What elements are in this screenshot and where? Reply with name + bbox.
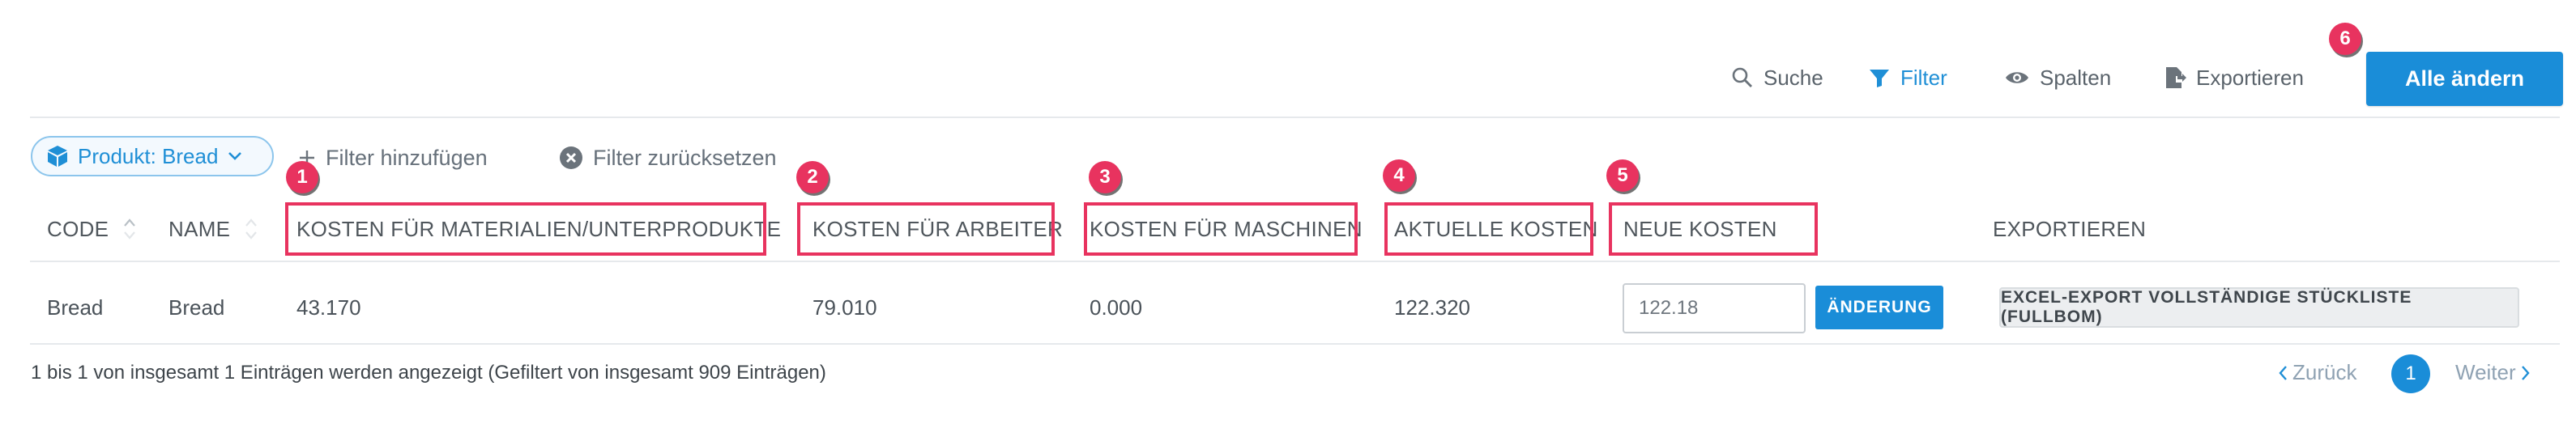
- change-button[interactable]: ÄNDERUNG: [1815, 286, 1943, 329]
- header-label: NAME: [168, 216, 231, 241]
- column-header-name[interactable]: NAME: [168, 214, 259, 244]
- prev-label: Zurück: [2292, 360, 2357, 384]
- column-header-export: EXPORTIEREN: [1993, 214, 2146, 244]
- file-export-icon: [2166, 67, 2186, 88]
- reset-filter-link[interactable]: Filter zurücksetzen: [559, 144, 777, 172]
- column-header-code[interactable]: CODE: [47, 214, 138, 244]
- filter-icon: [1870, 70, 1889, 87]
- chevron-right-icon: [2521, 365, 2530, 380]
- cube-icon: [48, 146, 67, 167]
- product-filter-label: Produkt: Bread: [78, 143, 219, 168]
- annotation-marker-6: 6: [2329, 23, 2361, 55]
- sort-icon[interactable]: [243, 215, 259, 243]
- next-label: Weiter: [2455, 360, 2516, 384]
- add-filter-link[interactable]: Filter hinzufügen: [298, 144, 488, 172]
- cell-name: Bread: [168, 295, 225, 320]
- highlight-box-worker-cost: [797, 202, 1055, 256]
- annotation-marker-2: 2: [796, 161, 829, 193]
- cell-worker-cost: 79.010: [812, 295, 877, 320]
- search-icon: [1732, 67, 1752, 87]
- annotation-marker-4: 4: [1383, 159, 1415, 192]
- pagination-page-1[interactable]: 1: [2391, 354, 2430, 393]
- annotation-marker-3: 3: [1089, 161, 1121, 193]
- excel-export-button[interactable]: EXCEL-EXPORT VOLLSTÄNDIGE STÜCKLISTE (FU…: [1999, 287, 2519, 328]
- chevron-down-icon: [228, 152, 242, 160]
- highlight-box-machine-cost: [1084, 202, 1358, 256]
- annotation-marker-1: 1: [286, 161, 318, 193]
- columns-label: Spalten: [2040, 65, 2112, 90]
- chevron-left-icon: [2279, 365, 2287, 380]
- pagination-next[interactable]: Weiter: [2455, 360, 2531, 385]
- add-filter-label: Filter hinzufügen: [326, 145, 488, 170]
- product-filter-chip[interactable]: Produkt: Bread: [31, 136, 274, 176]
- reset-filter-label: Filter zurücksetzen: [593, 145, 777, 170]
- filter-button[interactable]: Filter: [1868, 63, 1947, 92]
- cell-code: Bread: [47, 295, 104, 320]
- toolbar-divider: [30, 117, 2560, 118]
- header-label: CODE: [47, 216, 109, 241]
- eye-icon: [2006, 72, 2028, 83]
- change-all-button[interactable]: Alle ändern: [2366, 52, 2563, 106]
- export-label: Exportieren: [2196, 65, 2304, 90]
- search-button[interactable]: Suche: [1731, 63, 1823, 92]
- clear-circle-icon: [560, 146, 582, 169]
- table-info: 1 bis 1 von insgesamt 1 Einträgen werden…: [31, 362, 826, 384]
- cell-current-cost: 122.320: [1394, 295, 1470, 320]
- row-divider: [30, 343, 2560, 345]
- export-button[interactable]: Exportieren: [2164, 63, 2304, 92]
- columns-button[interactable]: Spalten: [2004, 63, 2111, 92]
- cell-machine-cost: 0.000: [1090, 295, 1143, 320]
- header-label: EXPORTIEREN: [1993, 216, 2147, 241]
- cell-material-cost: 43.170: [296, 295, 361, 320]
- highlight-box-current-cost: [1384, 202, 1593, 256]
- filter-label: Filter: [1900, 65, 1947, 90]
- highlight-box-material-cost: [285, 202, 766, 256]
- search-label: Suche: [1764, 65, 1823, 90]
- new-cost-input[interactable]: [1623, 283, 1806, 333]
- highlight-box-new-cost: [1609, 202, 1818, 256]
- sort-icon[interactable]: [122, 215, 138, 243]
- annotation-marker-5: 5: [1606, 159, 1639, 192]
- pagination-prev[interactable]: Zurück: [2278, 360, 2356, 385]
- header-divider: [30, 261, 2560, 262]
